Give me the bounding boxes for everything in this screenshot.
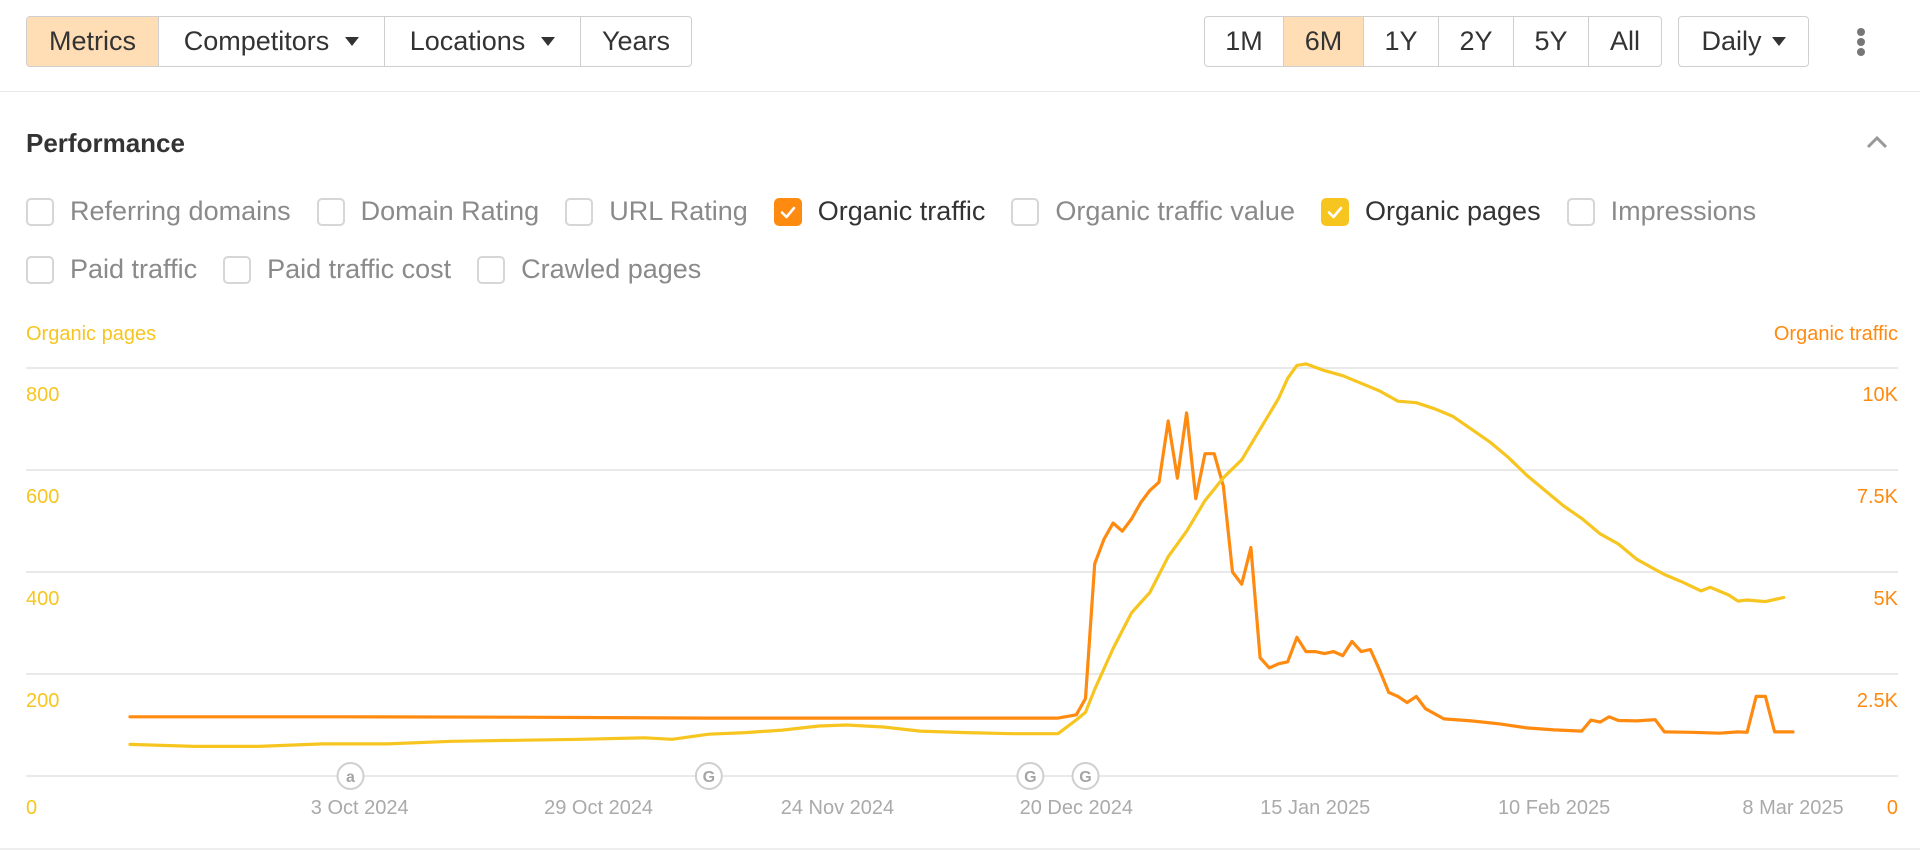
range-5y-button[interactable]: 5Y [1514, 17, 1589, 66]
checkbox-unchecked-icon[interactable] [26, 255, 54, 284]
kebab-dot [1857, 48, 1865, 56]
left-tick-label: 0 [26, 797, 37, 819]
range-1y-button[interactable]: 1Y [1364, 17, 1439, 66]
checkbox-label: Referring domains [70, 196, 291, 226]
x-tick-label: 15 Jan 2025 [1260, 797, 1370, 819]
checkbox-impressions[interactable]: Impressions [1566, 196, 1757, 227]
annotation-label: G [1079, 769, 1091, 786]
series-line-organic-pages [128, 362, 1786, 748]
chevron-up-icon[interactable] [1865, 132, 1889, 152]
checkbox-label: Organic pages [1364, 196, 1541, 226]
metrics-button-label: Metrics [49, 26, 136, 56]
x-tick-label: 10 Feb 2025 [1498, 797, 1610, 819]
range-2y-button[interactable]: 2Y [1439, 17, 1514, 66]
competitors-dropdown[interactable]: Competitors [159, 17, 385, 66]
metric-checkboxes-row-1: Referring domains Domain Rating URL Rating… [26, 196, 1782, 227]
checkbox-unchecked-icon[interactable] [565, 197, 594, 226]
checkbox-unchecked-icon[interactable] [316, 197, 345, 226]
left-tick-label: 200 [26, 690, 59, 712]
checkbox-organic-pages[interactable]: Organic pages [1320, 196, 1541, 227]
checkbox-domain-rating[interactable]: Domain Rating [316, 196, 540, 227]
bottom-divider [0, 848, 1920, 850]
checkmark-icon [1327, 206, 1343, 218]
range-label: All [1609, 26, 1640, 56]
checkbox-unchecked-icon[interactable] [477, 255, 506, 284]
range-1m-button[interactable]: 1M [1205, 17, 1284, 66]
checkbox-label: Domain Rating [360, 196, 540, 226]
left-tick-label: 800 [26, 384, 59, 406]
range-6m-button[interactable]: 6M [1284, 17, 1364, 66]
checkbox-referring-domains[interactable]: Referring domains [26, 196, 291, 227]
checkbox-organic-traffic[interactable]: Organic traffic [773, 196, 986, 227]
kebab-vertical-icon[interactable] [1850, 24, 1872, 60]
view-mode-group: Metrics Competitors Locations Years [26, 16, 692, 67]
checkmark-icon [780, 206, 796, 218]
checkbox-label: Organic traffic value [1055, 196, 1295, 226]
google-update-annotation-icon[interactable]: G [1071, 762, 1100, 790]
checkbox-unchecked-icon[interactable] [1011, 197, 1040, 226]
performance-chart: 0 200 400 600 800 0 2.5K 5K 7.5K 10K 3 Oct 2024 29 … [26, 362, 1899, 819]
years-label: Years [601, 26, 671, 56]
series-line-organic-traffic [128, 411, 1795, 735]
range-all-button[interactable]: All [1589, 17, 1661, 66]
kebab-dot [1857, 28, 1865, 36]
caret-down-icon [1771, 37, 1786, 46]
checkbox-paid-traffic[interactable]: Paid traffic [26, 254, 197, 285]
checkbox-crawled-pages[interactable]: Crawled pages [477, 254, 701, 285]
interval-label: Daily [1701, 26, 1762, 56]
checkbox-unchecked-icon[interactable] [223, 255, 252, 284]
range-label: 2Y [1459, 26, 1493, 56]
years-button[interactable]: Years [581, 17, 691, 66]
caret-down-icon [345, 37, 360, 46]
checkbox-label: URL Rating [609, 196, 748, 226]
annotation-label: G [1024, 769, 1036, 786]
range-label: 1M [1225, 26, 1263, 56]
checkbox-url-rating[interactable]: URL Rating [565, 196, 748, 227]
x-tick-label: 8 Mar 2025 [1742, 797, 1843, 819]
annotation-label: a [346, 769, 355, 786]
checkbox-label: Paid traffic [70, 254, 198, 284]
range-label: 1Y [1384, 26, 1418, 56]
checkbox-label: Organic traffic [817, 196, 986, 226]
right-tick-label: 0 [1887, 797, 1898, 819]
toolbar: Metrics Competitors Locations Years 1M 6… [0, 0, 1920, 92]
caret-down-icon [541, 37, 556, 46]
left-tick-label: 600 [26, 486, 59, 508]
x-tick-label: 20 Dec 2024 [1020, 797, 1133, 819]
checkbox-label: Crawled pages [521, 254, 702, 284]
x-tick-label: 24 Nov 2024 [781, 797, 894, 819]
locations-dropdown[interactable]: Locations [385, 17, 581, 66]
interval-select-group: Daily [1678, 16, 1809, 67]
interval-dropdown[interactable]: Daily [1679, 17, 1808, 66]
checkbox-paid-traffic-cost[interactable]: Paid traffic cost [223, 254, 451, 285]
competitors-label: Competitors [183, 26, 330, 56]
right-tick-label: 5K [1874, 588, 1899, 610]
left-tick-label: 400 [26, 588, 59, 610]
checkbox-organic-traffic-value[interactable]: Organic traffic value [1011, 196, 1295, 227]
locations-label: Locations [409, 26, 526, 56]
right-tick-label: 2.5K [1857, 690, 1899, 712]
google-update-annotation-icon[interactable]: G [694, 762, 723, 790]
metric-checkboxes-row-2: Paid traffic Paid traffic cost Crawled pag… [26, 254, 727, 285]
checkbox-checked-icon[interactable] [773, 197, 802, 226]
checkbox-label: Impressions [1610, 196, 1757, 226]
google-update-annotation-icon[interactable]: G [1016, 762, 1045, 790]
checkbox-unchecked-icon[interactable] [1566, 197, 1595, 226]
right-tick-label: 7.5K [1857, 486, 1899, 508]
date-range-group: 1M 6M 1Y 2Y 5Y All [1204, 16, 1662, 67]
checkbox-unchecked-icon[interactable] [26, 197, 54, 226]
x-tick-label: 3 Oct 2024 [311, 797, 409, 819]
ahrefs-annotation-icon[interactable]: a [336, 762, 365, 790]
x-tick-label: 29 Oct 2024 [544, 797, 653, 819]
annotation-label: G [703, 769, 715, 786]
kebab-dot [1857, 38, 1865, 46]
right-tick-label: 10K [1862, 384, 1898, 406]
checkbox-checked-icon[interactable] [1320, 197, 1349, 226]
range-label: 6M [1304, 26, 1343, 56]
section-title: Performance [26, 128, 185, 158]
checkbox-label: Paid traffic cost [267, 254, 452, 284]
range-label: 5Y [1534, 26, 1568, 56]
metrics-button[interactable]: Metrics [27, 17, 159, 66]
